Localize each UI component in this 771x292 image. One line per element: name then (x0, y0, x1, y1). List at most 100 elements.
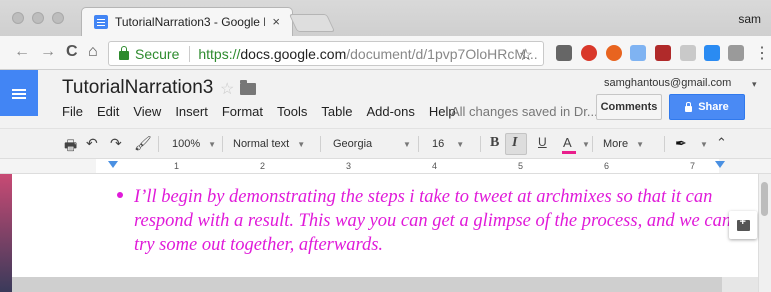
lock-icon (119, 45, 129, 60)
extension-icon-5[interactable] (655, 45, 671, 61)
menu-tools[interactable]: Tools (277, 104, 307, 119)
extension-icon-4[interactable] (630, 45, 646, 61)
ruler-number: 5 (518, 161, 524, 171)
bullet-point (117, 192, 123, 198)
text-color-swatch (562, 151, 576, 154)
menu-format[interactable]: Format (222, 104, 263, 119)
collapse-toolbar-icon[interactable]: ⌃ (716, 135, 727, 151)
profile-name[interactable]: sam (738, 12, 761, 26)
left-indent-marker[interactable] (108, 161, 118, 168)
add-comment-button[interactable] (729, 211, 757, 239)
add-comment-icon (736, 216, 750, 231)
divider (222, 136, 223, 152)
window-close-button[interactable] (12, 12, 24, 24)
document-page[interactable]: I’ll begin by demonstrating the steps i … (12, 174, 768, 277)
account-caret-icon[interactable]: ▾ (752, 79, 757, 90)
browser-tab-bar: TutorialNarration3 - Google Do × sam (0, 0, 771, 36)
more-button[interactable]: More ▼ (603, 129, 644, 159)
extension-icon-1[interactable] (556, 45, 572, 61)
right-indent-marker[interactable] (715, 161, 725, 168)
bookmark-star-icon[interactable]: ☆ (519, 45, 533, 65)
undo-icon[interactable]: ↶ (86, 135, 98, 152)
chevron-down-icon: ▼ (456, 139, 465, 149)
tab-close-icon[interactable]: × (272, 14, 280, 29)
divider (480, 136, 481, 152)
forward-icon[interactable]: → (40, 43, 56, 61)
menu-edit[interactable]: Edit (97, 104, 119, 119)
extension-icon-7[interactable] (704, 45, 720, 61)
ruler-number: 2 (260, 161, 266, 171)
browser-toolbar: ← → C ⌂ Secure https:// docs.google.com … (0, 36, 771, 70)
pen-icon[interactable]: ✒ (675, 135, 687, 152)
zoom-value: 100% (172, 138, 201, 150)
camera-icon[interactable] (728, 45, 744, 61)
folder-icon[interactable] (240, 80, 256, 95)
url-scheme: https:// (198, 45, 241, 62)
account-email[interactable]: samghantous@gmail.com (604, 77, 731, 89)
chevron-down-icon: ▼ (403, 139, 411, 149)
star-document-icon[interactable]: ☆ (220, 79, 234, 99)
url-divider (189, 45, 191, 62)
document-title[interactable]: TutorialNarration3 (62, 77, 213, 99)
chevron-down-icon[interactable]: ▼ (700, 140, 708, 149)
docs-app: TutorialNarration3 ☆ File Edit View Inse… (0, 70, 771, 292)
chevron-down-icon[interactable]: ▼ (582, 140, 590, 149)
share-label: Share (698, 101, 729, 113)
scrollbar-thumb[interactable] (761, 182, 768, 216)
browser-menu-icon[interactable]: ⋮ (754, 43, 770, 63)
bullet-paragraph[interactable]: I’ll begin by demonstrating the steps i … (134, 185, 734, 257)
window-minimize-button[interactable] (32, 12, 44, 24)
divider (664, 136, 665, 152)
divider (418, 136, 419, 152)
share-lock-icon (685, 101, 693, 112)
opera-icon[interactable] (606, 45, 622, 61)
share-button[interactable]: Share (669, 94, 745, 120)
bold-button[interactable]: B (490, 135, 499, 151)
font-size-select[interactable]: 16 ▼ (432, 129, 464, 159)
italic-button[interactable]: I (512, 135, 517, 151)
font-select[interactable]: Georgia ▼ (333, 129, 413, 159)
window-zoom-button[interactable] (52, 12, 64, 24)
chevron-down-icon: ▼ (636, 139, 644, 149)
tab-title: TutorialNarration3 - Google Do (115, 15, 265, 29)
paint-format-icon[interactable]: 🖌 (134, 135, 152, 152)
url-path: /document/d/1pvp7OloHRcM... (346, 45, 538, 62)
reload-icon[interactable]: C (66, 43, 78, 61)
menu-addons[interactable]: Add-ons (366, 104, 414, 119)
font-value: Georgia (333, 138, 373, 150)
formatting-toolbar: 🖶 ↶ ↷ 🖌 100% ▼ Normal text ▼ Georgia ▼ 1… (0, 128, 771, 158)
comments-button[interactable]: Comments (596, 94, 662, 120)
print-icon[interactable]: 🖶 (64, 135, 77, 159)
zoom-select[interactable]: 100% ▼ (172, 129, 216, 159)
url-host: docs.google.com (240, 45, 347, 62)
menu-insert[interactable]: Insert (175, 104, 208, 119)
divider (320, 136, 321, 152)
ruler-text-area (96, 159, 719, 173)
pinterest-icon[interactable] (581, 45, 597, 61)
underline-button[interactable]: U (538, 135, 547, 149)
ruler-number: 3 (346, 161, 352, 171)
more-label: More (603, 138, 629, 150)
back-icon[interactable]: ← (14, 43, 30, 61)
horizontal-scrollbar[interactable] (12, 277, 722, 292)
style-value: Normal text (233, 138, 290, 150)
menu-view[interactable]: View (133, 104, 161, 119)
ruler-number: 1 (174, 161, 180, 171)
new-tab-button[interactable] (288, 14, 336, 32)
secure-label: Secure (135, 45, 180, 62)
extension-icon-6[interactable] (680, 45, 696, 61)
ruler-number: 4 (432, 161, 438, 171)
address-bar[interactable]: Secure https:// docs.google.com /documen… (108, 41, 544, 66)
redo-icon[interactable]: ↷ (110, 135, 122, 152)
divider (592, 136, 593, 152)
text-color-button[interactable]: A (563, 135, 572, 150)
home-icon[interactable]: ⌂ (88, 43, 98, 61)
ruler-number: 7 (690, 161, 696, 171)
paragraph-style-select[interactable]: Normal text ▼ (233, 129, 305, 159)
browser-tab[interactable]: TutorialNarration3 - Google Do × (81, 7, 293, 36)
chevron-down-icon: ▼ (208, 139, 217, 149)
docs-logo-icon[interactable] (0, 70, 38, 116)
menu-table[interactable]: Table (321, 104, 352, 119)
menu-file[interactable]: File (62, 104, 83, 119)
save-status[interactable]: All changes saved in Dr... (451, 104, 598, 119)
